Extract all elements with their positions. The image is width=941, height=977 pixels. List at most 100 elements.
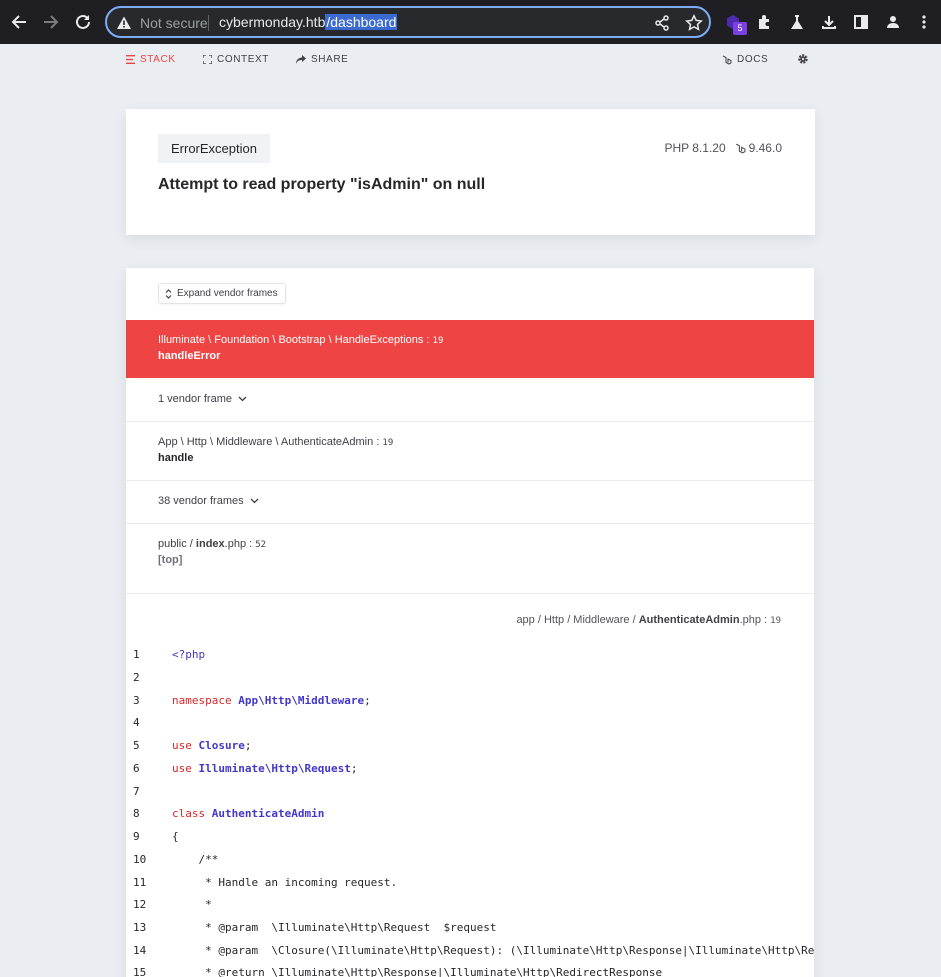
download-icon[interactable] xyxy=(819,11,839,33)
frame-method: [top] xyxy=(158,554,183,566)
back-button[interactable] xyxy=(7,10,31,34)
code-line: 1 <?php xyxy=(126,648,814,666)
php-version: PHP 8.1.20 xyxy=(664,141,726,155)
code-line: 15 * @return \Illuminate\Http\Response|\… xyxy=(126,966,814,977)
code-line: 14 * @param \Closure(\Illuminate\Http\Re… xyxy=(126,944,814,962)
menu-kebab-icon[interactable] xyxy=(914,11,934,33)
line-code: <?php xyxy=(172,648,205,661)
code-token: AuthenticateAdmin xyxy=(211,807,325,820)
line-code: namespace App\Http\Middleware; xyxy=(172,694,371,707)
tab-stack[interactable]: STACK xyxy=(126,54,176,65)
tab-stack-label: STACK xyxy=(140,54,176,65)
share-page-icon[interactable] xyxy=(653,14,671,32)
code-file-path[interactable]: app / Http / Middleware / AuthenticateAd… xyxy=(516,614,781,626)
url-host: cybermonday.htb xyxy=(219,14,326,30)
code-token: class xyxy=(172,807,206,820)
line-number: 9 xyxy=(133,830,140,843)
reload-button[interactable] xyxy=(71,10,95,34)
code-token: ; xyxy=(350,762,358,775)
code-line: 7 xyxy=(126,785,814,803)
profile-icon[interactable] xyxy=(883,11,903,33)
frame-line: 19 xyxy=(432,336,444,346)
code-line: 9{ xyxy=(126,830,814,848)
code-token: App\Http\Middleware xyxy=(238,694,365,707)
code-file-dir: app / Http / Middleware / xyxy=(516,614,639,626)
stack-card: Expand vendor frames Illuminate \ Founda… xyxy=(126,268,814,977)
back-arrow-icon xyxy=(11,15,26,29)
url-path-selected: /dashboard xyxy=(325,14,398,30)
line-code: { xyxy=(172,830,179,843)
line-code: /** xyxy=(172,853,219,866)
reload-icon xyxy=(76,14,90,29)
omnibox-divider xyxy=(208,15,209,31)
settings-button[interactable] xyxy=(797,53,809,65)
stack-frame[interactable]: public / index.php : 52 [top] xyxy=(126,524,814,594)
line-number: 2 xyxy=(133,671,140,684)
code-line: 10 /** xyxy=(126,853,814,871)
docs-link[interactable]: DOCS xyxy=(722,54,768,65)
code-line: 13 * @param \Illuminate\Http\Request $re… xyxy=(126,921,814,939)
line-number: 1 xyxy=(133,648,140,661)
docs-label: DOCS xyxy=(737,54,769,65)
side-panel-icon[interactable] xyxy=(851,11,871,33)
code-token: Closure xyxy=(198,739,245,752)
code-viewer: app / Http / Middleware / AuthenticateAd… xyxy=(126,594,814,977)
code-file-name: AuthenticateAdmin xyxy=(638,614,740,626)
code-token: Illuminate\Http\Request xyxy=(198,762,351,775)
line-code: * @param \Closure(\Illuminate\Http\Reque… xyxy=(205,944,814,957)
code-token: use xyxy=(172,762,192,775)
code-token: namespace xyxy=(172,694,232,707)
line-number: 7 xyxy=(133,785,140,798)
expand-vendor-frames-label: Expand vendor frames xyxy=(177,288,278,299)
line-number: 13 xyxy=(133,921,147,934)
line-code: class AuthenticateAdmin xyxy=(172,807,324,820)
vendor-frames-group: 1 vendor frame xyxy=(158,393,247,405)
url-text[interactable]: cybermonday.htb/dashboard xyxy=(219,14,398,30)
error-message: Attempt to read property "isAdmin" on nu… xyxy=(158,176,486,193)
line-code: use Illuminate\Http\Request; xyxy=(172,762,357,775)
stack-frame-selected[interactable]: Illuminate \ Foundation \ Bootstrap \ Ha… xyxy=(126,320,814,378)
frame-path: public / xyxy=(158,538,196,550)
gear-icon xyxy=(798,54,808,64)
line-code: use Closure; xyxy=(172,739,251,752)
exception-card: ErrorException PHP 8.1.20 9.46.0 Attempt… xyxy=(126,109,815,235)
chevron-down-icon xyxy=(238,396,247,402)
code-line: 5 use Closure; xyxy=(126,739,814,757)
security-label[interactable]: Not secure xyxy=(140,15,208,31)
frame-line: 19 xyxy=(382,438,394,448)
line-number: 4 xyxy=(133,716,140,729)
line-number: 5 xyxy=(133,739,140,752)
stack-frame[interactable]: App \ Http \ Middleware \ AuthenticateAd… xyxy=(126,422,814,481)
line-code: * @return \Illuminate\Http\Response|\Ill… xyxy=(172,966,663,977)
expand-vendor-frames-button[interactable]: Expand vendor frames xyxy=(158,283,286,304)
line-code: * Handle an incoming request. xyxy=(172,876,398,889)
tab-share[interactable]: SHARE xyxy=(296,54,348,65)
flask-icon[interactable] xyxy=(787,11,807,33)
frame-class-name: App \ Http \ Middleware \ AuthenticateAd… xyxy=(158,436,374,448)
frame-class: Illuminate \ Foundation \ Bootstrap \ Ha… xyxy=(158,334,444,346)
address-bar[interactable]: Not secure cybermonday.htb/dashboard xyxy=(105,6,711,38)
share-icon xyxy=(296,55,306,64)
code-token: <?php xyxy=(172,648,206,661)
forward-arrow-icon xyxy=(44,15,59,29)
chevron-up-down-icon xyxy=(165,288,172,299)
warning-icon[interactable] xyxy=(116,15,132,31)
vendor-frames-label: 38 vendor frames xyxy=(158,495,244,507)
line-number: 3 xyxy=(133,694,140,707)
laravel-icon xyxy=(735,143,746,154)
frame-method: handleError xyxy=(158,350,221,362)
tab-context-label: CONTEXT xyxy=(217,54,269,65)
vendor-frames-toggle[interactable]: 1 vendor frame xyxy=(126,378,814,422)
vendor-frames-toggle[interactable]: 38 vendor frames xyxy=(126,481,814,524)
expand-icon xyxy=(203,55,212,64)
code-token: ; xyxy=(364,694,371,707)
frame-class: App \ Http \ Middleware \ AuthenticateAd… xyxy=(158,436,394,448)
forward-button[interactable] xyxy=(39,10,63,34)
line-number: 15 xyxy=(133,966,147,977)
ignition-toolbar: STACK CONTEXT SHARE DOCS xyxy=(0,44,941,76)
code-file-ext: .php xyxy=(739,614,761,626)
tab-context[interactable]: CONTEXT xyxy=(203,54,269,65)
extensions-puzzle-icon[interactable] xyxy=(755,11,775,33)
bookmark-star-icon[interactable] xyxy=(685,14,703,32)
tab-share-label: SHARE xyxy=(311,54,349,65)
